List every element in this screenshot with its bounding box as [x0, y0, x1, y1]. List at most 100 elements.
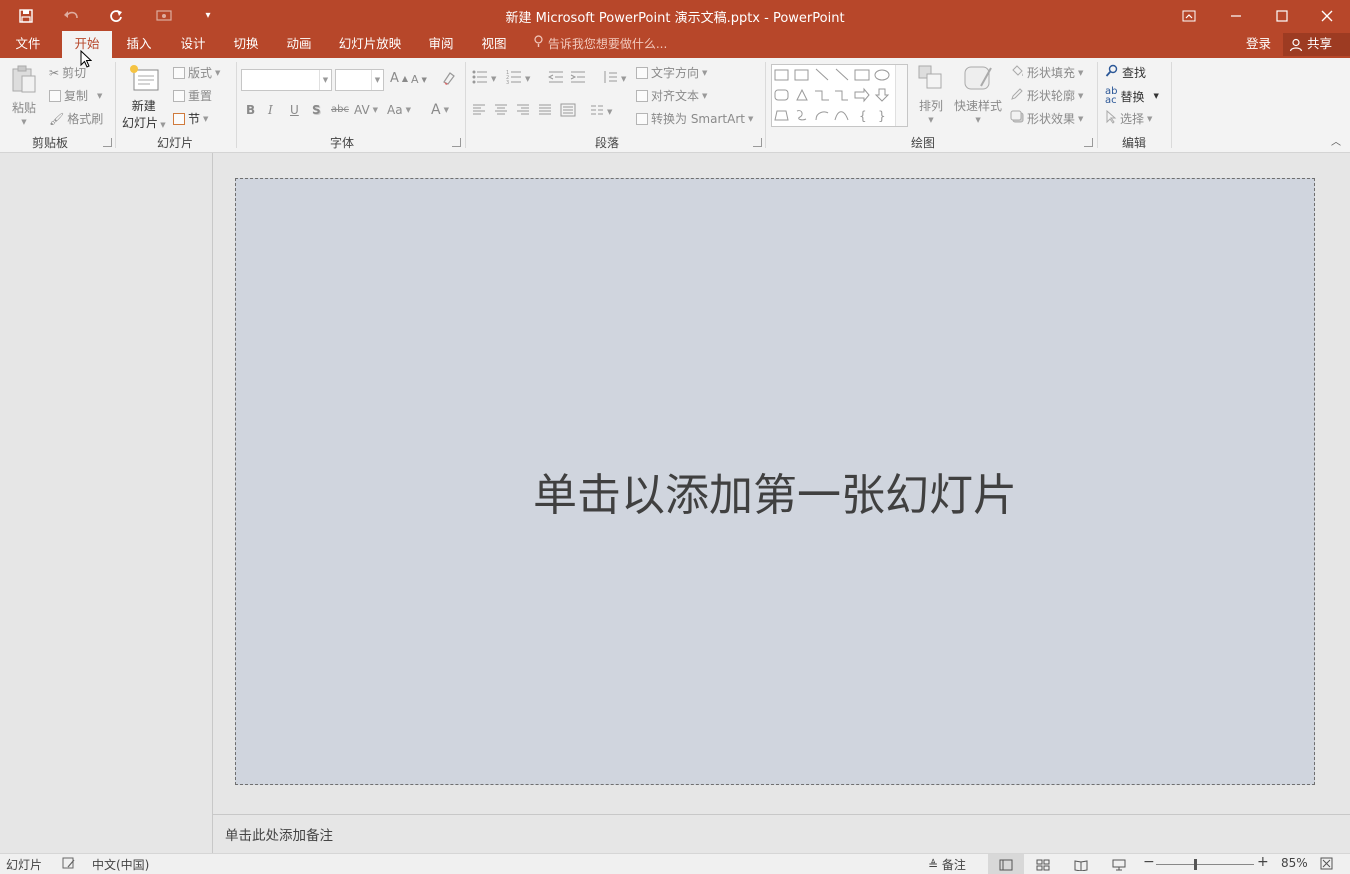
select-button[interactable]: 选择 ▼ [1105, 109, 1152, 127]
columns-button[interactable]: ▼ [590, 104, 612, 119]
add-first-slide-placeholder[interactable]: 单击以添加第一张幻灯片 [236, 459, 1314, 523]
start-from-beginning-icon[interactable] [148, 0, 180, 31]
align-right-icon[interactable] [516, 104, 530, 116]
character-spacing-button[interactable]: AV ▼ [354, 103, 378, 117]
reset-button[interactable]: 重置 [173, 87, 212, 104]
replace-button[interactable]: ab ac 替换 ▼ [1105, 87, 1159, 106]
font-dialog-launcher-icon[interactable] [452, 138, 461, 147]
section-icon [173, 112, 185, 125]
zoom-level[interactable]: 85% [1281, 856, 1308, 870]
text-direction-button[interactable]: 文字方向 ▼ [636, 64, 707, 81]
tab-design[interactable]: 设计 [172, 31, 214, 58]
maximize-icon[interactable] [1259, 0, 1305, 31]
notes-pane[interactable]: 单击此处添加备注 [213, 814, 1350, 853]
convert-smartart-button[interactable]: 转换为 SmartArt ▼ [636, 110, 753, 127]
zoom-out-icon[interactable]: − [1143, 854, 1155, 870]
save-icon[interactable] [10, 0, 42, 31]
close-icon[interactable] [1304, 0, 1350, 31]
increase-indent-icon[interactable] [570, 70, 586, 84]
notes-toggle-button[interactable]: ≜ 备注 [928, 856, 966, 873]
minimize-icon[interactable] [1213, 0, 1259, 31]
tab-transitions[interactable]: 切换 [225, 31, 267, 58]
share-button[interactable]: 共享 [1283, 33, 1350, 56]
reading-view-icon[interactable] [1063, 854, 1099, 874]
collapse-ribbon-icon[interactable]: ︿ [1330, 138, 1342, 148]
format-painter-button[interactable]: 🖌 格式刷 [49, 110, 103, 127]
font-name-combo[interactable]: ▼ [241, 69, 332, 91]
shape-fill-button[interactable]: 形状填充 ▼ [1010, 64, 1083, 81]
customize-quick-access-icon[interactable]: ▾ [198, 0, 218, 31]
justify-icon[interactable] [538, 104, 552, 116]
cursor-arrow-icon [1105, 109, 1117, 127]
zoom-in-icon[interactable]: + [1257, 854, 1269, 870]
new-slide-button[interactable]: 新建 幻灯片 ▼ [122, 64, 166, 131]
line-spacing-button[interactable]: ▼ [602, 70, 626, 87]
font-size-dropdown-icon[interactable]: ▼ [371, 70, 383, 90]
bullets-button[interactable]: ▼ [472, 70, 496, 87]
group-separator [236, 62, 237, 148]
ribbon-display-options-icon[interactable] [1166, 0, 1212, 31]
spell-check-icon[interactable] [62, 857, 76, 873]
zoom-slider-thumb[interactable] [1194, 859, 1197, 870]
zoom-slider[interactable] [1156, 859, 1254, 870]
strikethrough-button[interactable]: abc [331, 104, 349, 115]
clipboard-dialog-launcher-icon[interactable] [103, 138, 112, 147]
undo-icon[interactable] [56, 0, 88, 31]
copy-button[interactable]: 复制 ▼ [49, 87, 102, 104]
paste-label: 粘贴 [11, 101, 36, 115]
new-slide-label-line2: 幻灯片 ▼ [122, 114, 166, 131]
distributed-icon[interactable] [560, 103, 576, 117]
clear-formatting-icon[interactable] [441, 70, 457, 86]
tell-me-search[interactable]: 告诉我您想要做什么... [534, 31, 667, 58]
tab-view[interactable]: 视图 [473, 31, 515, 58]
arrange-button[interactable]: 排列 ▼ [917, 64, 945, 124]
layout-button[interactable]: 版式 ▼ [173, 64, 220, 81]
character-spacing-label: AV [354, 103, 370, 117]
underline-button[interactable]: U [290, 103, 299, 117]
shape-outline-dropdown-icon: ▼ [1078, 91, 1084, 100]
italic-button[interactable]: I [268, 103, 273, 117]
slide-sorter-view-icon[interactable] [1025, 854, 1061, 874]
change-case-button[interactable]: Aa ▼ [387, 103, 411, 117]
slide-show-view-icon[interactable] [1101, 854, 1137, 874]
group-separator [1171, 62, 1172, 148]
scissors-icon: ✂ [49, 65, 60, 80]
numbering-button[interactable]: 123 ▼ [506, 70, 530, 87]
shape-effects-button[interactable]: 形状效果 ▼ [1010, 110, 1083, 127]
find-button[interactable]: 查找 [1105, 64, 1146, 81]
font-size-combo[interactable]: ▼ [335, 69, 384, 91]
tab-review[interactable]: 审阅 [420, 31, 462, 58]
shrink-font-button[interactable]: A ▼ [411, 73, 427, 86]
align-center-icon[interactable] [494, 104, 508, 116]
notes-placeholder[interactable]: 单击此处添加备注 [225, 824, 333, 844]
font-color-button[interactable]: A ▼ [431, 102, 449, 118]
font-name-dropdown-icon[interactable]: ▼ [319, 70, 331, 90]
slide-thumbnails-pane[interactable] [0, 153, 213, 853]
align-text-button[interactable]: 对齐文本 ▼ [636, 87, 707, 104]
paste-button[interactable]: 粘贴 ▼ [10, 64, 38, 126]
tab-animations[interactable]: 动画 [278, 31, 320, 58]
tab-slide-show[interactable]: 幻灯片放映 [333, 31, 407, 58]
shapes-gallery-scrollbar[interactable] [895, 65, 907, 126]
grow-font-button[interactable]: A ▲ [390, 71, 408, 86]
slide-canvas[interactable]: 单击以添加第一张幻灯片 [235, 178, 1315, 785]
redo-icon[interactable] [100, 0, 132, 31]
drawing-dialog-launcher-icon[interactable] [1084, 138, 1093, 147]
tab-file[interactable]: 文件 [2, 31, 54, 58]
sign-in-link[interactable]: 登录 [1246, 31, 1271, 58]
quick-styles-button[interactable]: 快速样式 ▼ [954, 64, 1002, 124]
tab-insert[interactable]: 插入 [118, 31, 160, 58]
text-shadow-button[interactable]: S [312, 103, 321, 117]
copy-label: 复制 [64, 89, 89, 103]
shape-outline-button[interactable]: 形状轮廓 ▼ [1010, 87, 1083, 104]
align-left-icon[interactable] [472, 104, 486, 116]
align-text-icon [636, 89, 648, 102]
bold-button[interactable]: B [246, 103, 255, 117]
shapes-gallery[interactable]: { } [771, 64, 908, 127]
language-indicator[interactable]: 中文(中国) [92, 856, 149, 873]
normal-view-icon[interactable] [988, 854, 1024, 874]
decrease-indent-icon[interactable] [548, 70, 564, 84]
fit-slide-icon[interactable] [1320, 857, 1333, 873]
paragraph-dialog-launcher-icon[interactable] [753, 138, 762, 147]
section-button[interactable]: 节 ▼ [173, 110, 208, 127]
